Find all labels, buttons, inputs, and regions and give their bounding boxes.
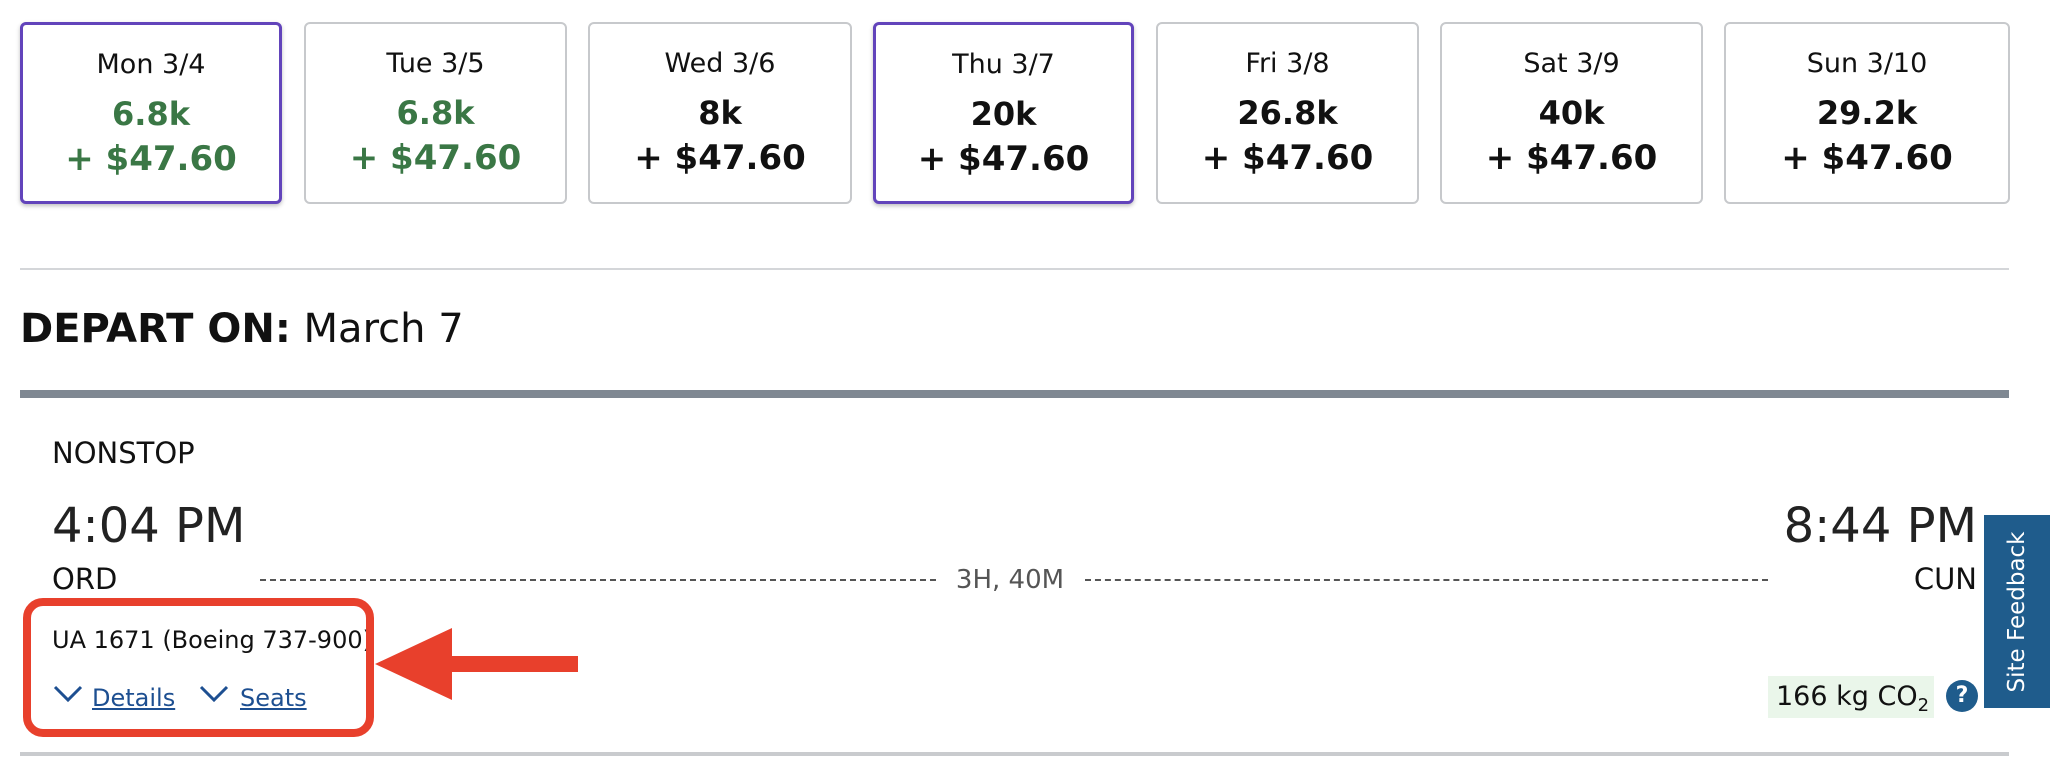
destination-airport: CUN <box>1913 562 1977 596</box>
stops-label: NONSTOP <box>52 436 195 470</box>
day-fee: + $47.60 <box>1201 138 1374 178</box>
day-card-mon[interactable]: Mon 3/4 6.8k + $47.60 <box>20 22 282 204</box>
annotation-arrow-icon <box>375 628 578 700</box>
co2-subscript: 2 <box>1917 695 1930 716</box>
day-miles: 6.8k <box>396 94 475 132</box>
day-miles: 20k <box>970 95 1037 133</box>
annotation-highlight-box <box>23 598 374 737</box>
depart-label: DEPART ON: <box>20 306 291 352</box>
route-line-right <box>1085 579 1768 581</box>
day-fee: + $47.60 <box>349 138 522 178</box>
day-label: Mon 3/4 <box>96 49 206 80</box>
day-miles: 40k <box>1538 94 1605 132</box>
day-label: Sun 3/10 <box>1806 48 1928 79</box>
co2-value: 166 kg CO <box>1776 681 1918 712</box>
depart-heading: DEPART ON: March 7 <box>20 306 464 352</box>
route-line-left <box>260 579 936 581</box>
day-label: Thu 3/7 <box>952 49 1055 80</box>
day-card-tue[interactable]: Tue 3/5 6.8k + $47.60 <box>304 22 567 204</box>
day-label: Tue 3/5 <box>386 48 485 79</box>
depart-date: March 7 <box>303 306 464 352</box>
site-feedback-label: Site Feedback <box>2004 531 2030 692</box>
day-fee: + $47.60 <box>1781 138 1953 178</box>
day-card-sat[interactable]: Sat 3/9 40k + $47.60 <box>1440 22 1703 204</box>
day-card-fri[interactable]: Fri 3/8 26.8k + $47.60 <box>1156 22 1419 204</box>
day-card-thu[interactable]: Thu 3/7 20k + $47.60 <box>873 22 1134 204</box>
heading-divider <box>20 390 2009 398</box>
day-fee: + $47.60 <box>634 138 806 178</box>
arrival-time: 8:44 PM <box>1783 498 1977 554</box>
flight-row-divider <box>20 752 2009 756</box>
day-label: Fri 3/8 <box>1245 48 1330 79</box>
day-card-sun[interactable]: Sun 3/10 29.2k + $47.60 <box>1724 22 2010 204</box>
flight-duration: 3H, 40M <box>955 565 1065 595</box>
day-label: Wed 3/6 <box>664 48 776 79</box>
day-miles: 29.2k <box>1816 94 1918 132</box>
origin-airport: ORD <box>52 562 118 596</box>
departure-time: 4:04 PM <box>52 498 246 554</box>
day-label: Sat 3/9 <box>1523 48 1620 79</box>
site-feedback-tab[interactable]: Site Feedback <box>1984 515 2050 708</box>
day-fee: + $47.60 <box>917 139 1090 179</box>
section-divider <box>20 268 2009 270</box>
help-icon[interactable]: ? <box>1946 680 1978 712</box>
date-strip: Mon 3/4 6.8k + $47.60 Tue 3/5 6.8k + $47… <box>20 22 2010 206</box>
day-fee: + $47.60 <box>65 139 237 179</box>
co2-emissions-badge: 166 kg CO2 <box>1768 676 1934 718</box>
day-miles: 8k <box>698 94 742 132</box>
day-card-wed[interactable]: Wed 3/6 8k + $47.60 <box>588 22 852 204</box>
day-miles: 6.8k <box>112 95 190 133</box>
day-miles: 26.8k <box>1237 94 1338 132</box>
day-fee: + $47.60 <box>1485 138 1658 178</box>
